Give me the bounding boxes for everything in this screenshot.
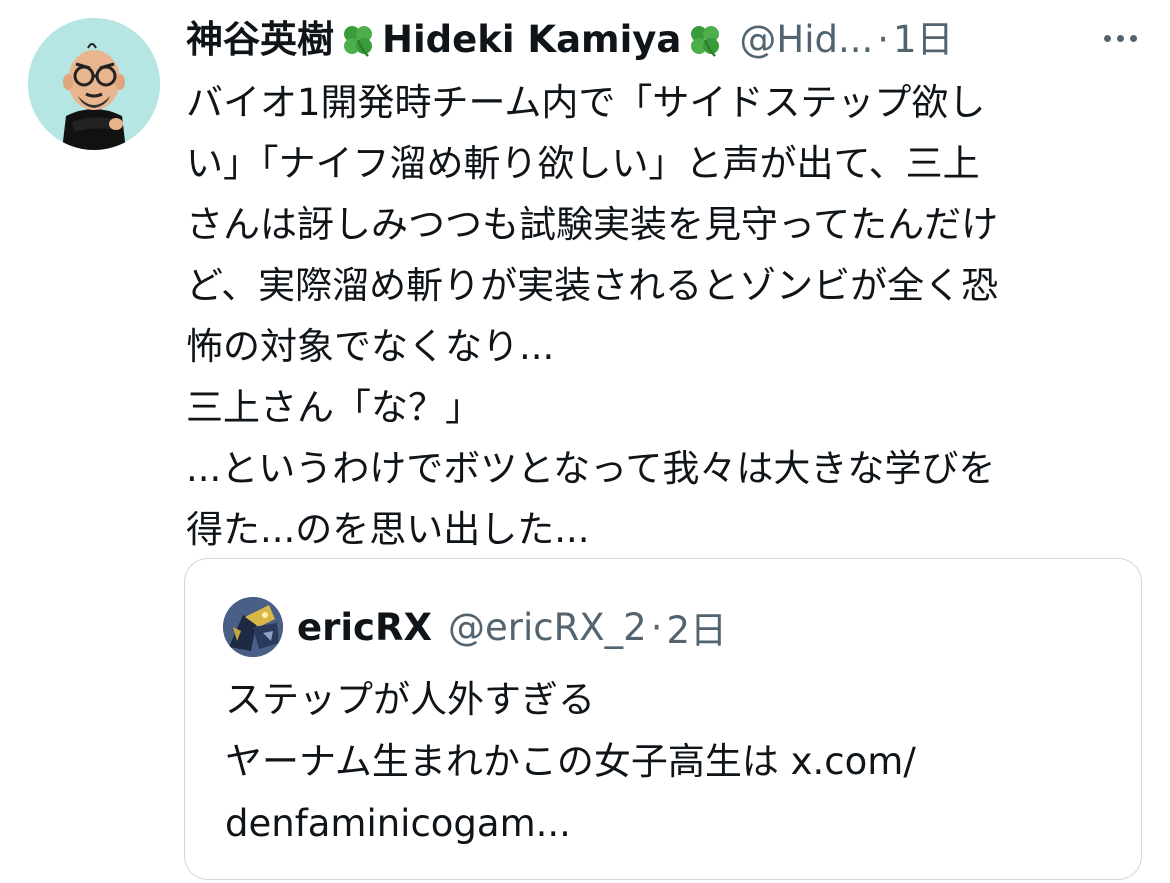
- quoted-body-line: ステップが人外すぎる: [225, 678, 595, 721]
- tweet[interactable]: 神谷英樹 Hideki Kamiya @Hid... · 1日 バイオ1開発時チ…: [0, 0, 1170, 883]
- quoted-tweet-header: ericRX @ericRX_2 · 2日: [223, 595, 727, 659]
- tweet-body-line: ...というわけでボツとなって我々は大きな学びを: [186, 447, 996, 490]
- quoted-tweet-card[interactable]: ericRX @ericRX_2 · 2日 ステップが人外すぎる ヤーナム生まれ…: [184, 558, 1142, 880]
- tweet-body-line: 三上さん「な？」: [186, 386, 482, 429]
- quoted-author-handle[interactable]: @ericRX_2: [448, 606, 647, 649]
- four-leaf-clover-icon: [338, 20, 378, 60]
- author-name-jp[interactable]: 神谷英樹: [186, 12, 334, 68]
- tweet-body-line: ど、実際溜め斬りが実装されるとゾンビが全く恐: [186, 264, 999, 307]
- cartoon-bald-man-with-glasses-avatar: [28, 18, 160, 150]
- tweet-body-line: い」「ナイフ溜め斬り欲しい」と声が出て、三上: [186, 142, 980, 185]
- quoted-tweet-body: ステップが人外すぎる ヤーナム生まれかこの女子高生は x.com/ denfam…: [225, 669, 1105, 855]
- separator-dot: ·: [650, 605, 663, 649]
- quoted-body-line: denfaminicogam...: [225, 802, 571, 845]
- tweet-body-line: 怖の対象でなくなり...: [186, 325, 555, 368]
- tweet-header: 神谷英樹 Hideki Kamiya @Hid... · 1日: [186, 12, 954, 68]
- four-leaf-clover-icon: [685, 20, 725, 60]
- tweet-body-line: バイオ1開発時チーム内で「サイドステップ欲し: [186, 81, 986, 124]
- quoted-body-line: ヤーナム生まれかこの女子高生は x.com/: [225, 740, 916, 783]
- author-handle[interactable]: @Hid...: [739, 12, 873, 68]
- ellipsis-dot: [1103, 34, 1111, 42]
- quoted-tweet-timestamp[interactable]: 2日: [666, 600, 727, 654]
- tweet-body-line: さんは訝しみつつも試験実装を見守ってたんだけ: [186, 203, 999, 246]
- ellipsis-icon[interactable]: [1090, 20, 1150, 56]
- quoted-author-name[interactable]: ericRX: [297, 606, 432, 649]
- author-name[interactable]: 神谷英樹 Hideki Kamiya: [186, 12, 729, 68]
- tweet-timestamp[interactable]: 1日: [893, 12, 954, 68]
- ellipsis-dot: [1129, 34, 1137, 42]
- quoted-author-avatar[interactable]: [223, 597, 283, 657]
- separator-dot: ·: [877, 18, 890, 61]
- author-avatar[interactable]: [28, 18, 160, 150]
- tweet-body: バイオ1開発時チーム内で「サイドステップ欲し い」「ナイフ溜め斬り欲しい」と声が…: [186, 72, 1126, 560]
- author-name-latin[interactable]: Hideki Kamiya: [382, 12, 681, 68]
- robot-mecha-avatar: [223, 597, 283, 657]
- ellipsis-dot: [1116, 34, 1124, 42]
- tweet-body-line: 得た...のを思い出した...: [186, 508, 590, 551]
